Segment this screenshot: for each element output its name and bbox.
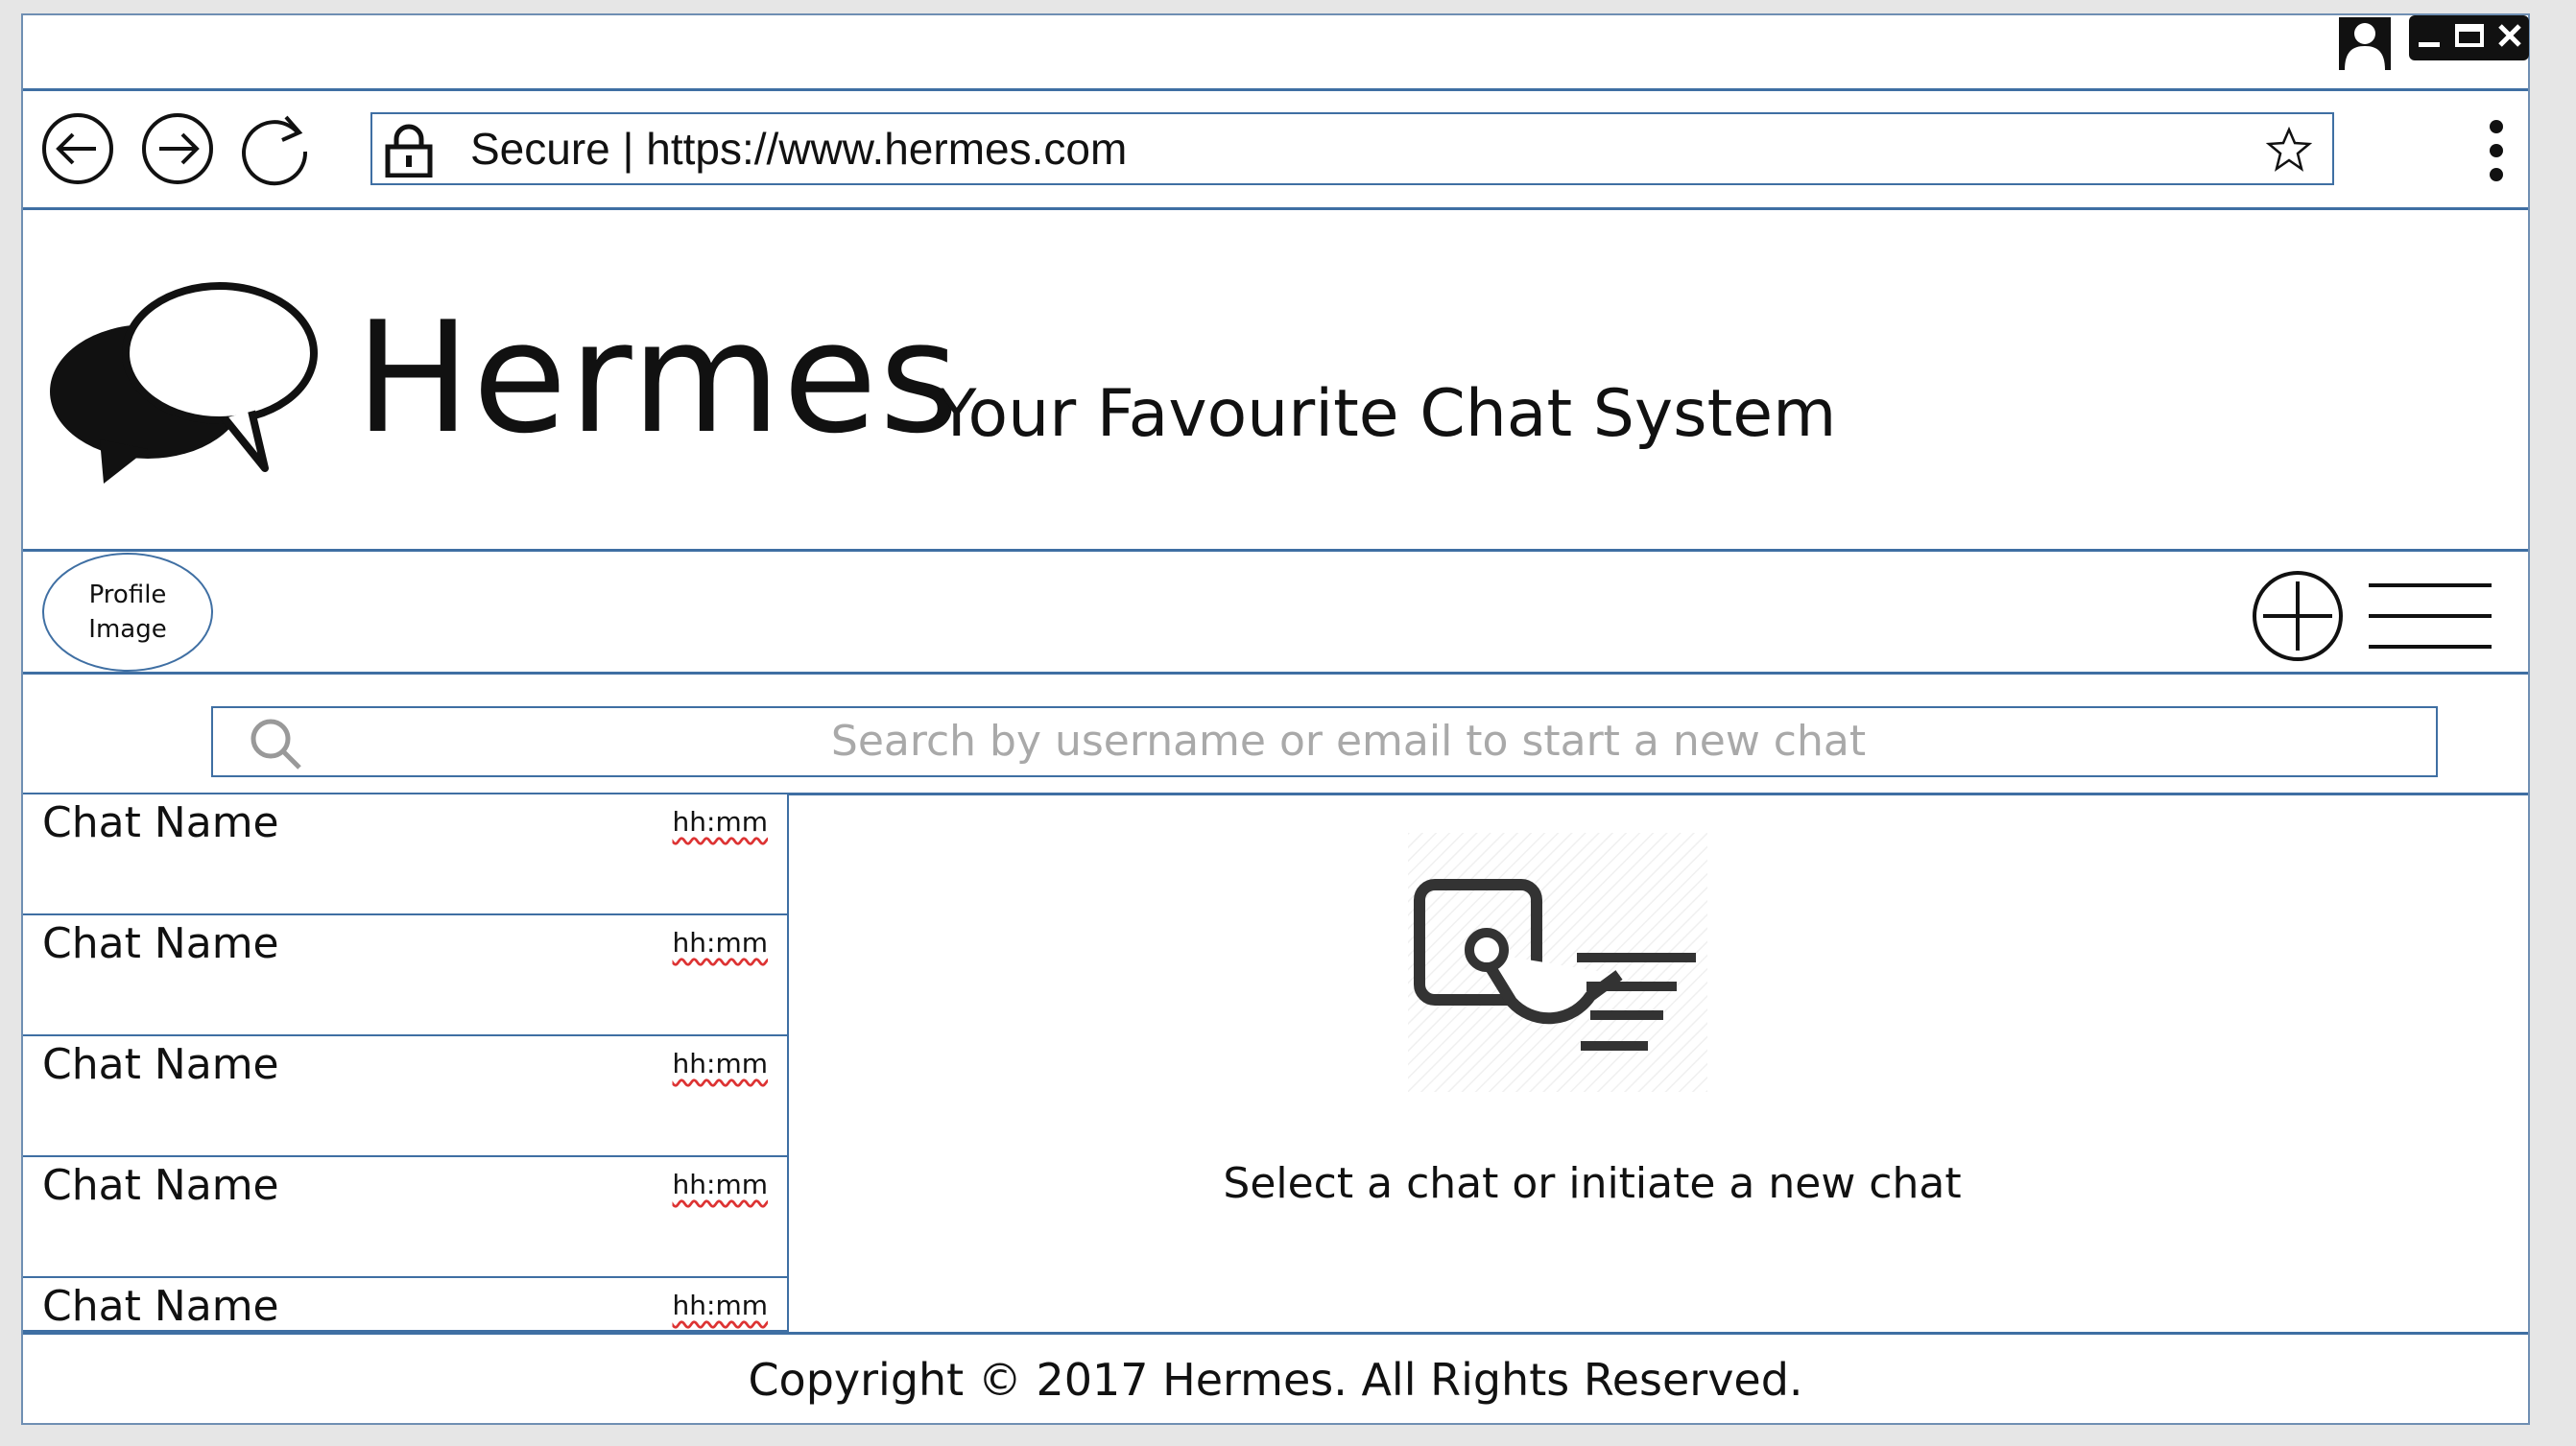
- address-bar[interactable]: Secure | https://www.hermes.com: [370, 112, 2334, 185]
- forward-arrow-icon[interactable]: [140, 111, 215, 186]
- chat-time: hh:mm: [672, 1290, 768, 1321]
- divider: [23, 1332, 2528, 1335]
- empty-state-text: Select a chat or initiate a new chat: [1223, 1159, 1962, 1208]
- chat-list-item[interactable]: Chat Name hh:mm: [23, 1157, 789, 1278]
- divider: [23, 88, 2528, 91]
- divider: [23, 672, 2528, 675]
- plus-circle-icon[interactable]: [2252, 570, 2344, 662]
- profile-image[interactable]: Profile Image: [42, 553, 213, 672]
- chat-name: Chat Name: [42, 1282, 279, 1331]
- minimize-icon[interactable]: [2415, 21, 2444, 55]
- user-icon[interactable]: [2339, 17, 2391, 70]
- divider: [23, 549, 2528, 552]
- chat-time: hh:mm: [672, 927, 768, 959]
- hamburger-icon[interactable]: [2369, 578, 2492, 654]
- reload-icon[interactable]: [238, 111, 313, 186]
- search-input[interactable]: Search by username or email to start a n…: [211, 706, 2438, 777]
- chat-name: Chat Name: [42, 919, 279, 968]
- kebab-menu-icon[interactable]: [2485, 119, 2508, 182]
- divider: [23, 207, 2528, 210]
- address-text: Secure | https://www.hermes.com: [470, 124, 1128, 174]
- lock-icon: [385, 124, 433, 178]
- chat-list-item[interactable]: Chat Name hh:mm: [23, 1278, 789, 1332]
- chat-name: Chat Name: [42, 1161, 279, 1210]
- star-icon[interactable]: [2265, 126, 2313, 174]
- app-name: Hermes: [355, 288, 962, 467]
- search-placeholder: Search by username or email to start a n…: [830, 717, 1867, 766]
- chat-list-item[interactable]: Chat Name hh:mm: [23, 915, 789, 1036]
- tagline: Your Favourite Chat System: [937, 376, 1837, 452]
- chat-time: hh:mm: [672, 1048, 768, 1079]
- maximize-icon[interactable]: [2454, 21, 2485, 55]
- chat-list: Chat Name hh:mm Chat Name hh:mm Chat Nam…: [23, 794, 791, 1332]
- back-arrow-icon[interactable]: [40, 111, 115, 186]
- chat-bubbles-icon: [50, 282, 318, 484]
- window-controls: [2409, 15, 2529, 60]
- chat-name: Chat Name: [42, 1040, 279, 1089]
- chat-time: hh:mm: [672, 1169, 768, 1200]
- footer-copyright: Copyright © 2017 Hermes. All Rights Rese…: [748, 1354, 1803, 1406]
- browser-window: Secure | https://www.hermes.com Hermes Y…: [21, 13, 2530, 1425]
- chat-list-item[interactable]: Chat Name hh:mm: [23, 794, 789, 915]
- chat-time: hh:mm: [672, 806, 768, 838]
- chat-name: Chat Name: [42, 798, 279, 847]
- touch-select-icon: [1408, 833, 1707, 1092]
- close-icon[interactable]: [2495, 21, 2524, 55]
- chat-list-item[interactable]: Chat Name hh:mm: [23, 1036, 789, 1157]
